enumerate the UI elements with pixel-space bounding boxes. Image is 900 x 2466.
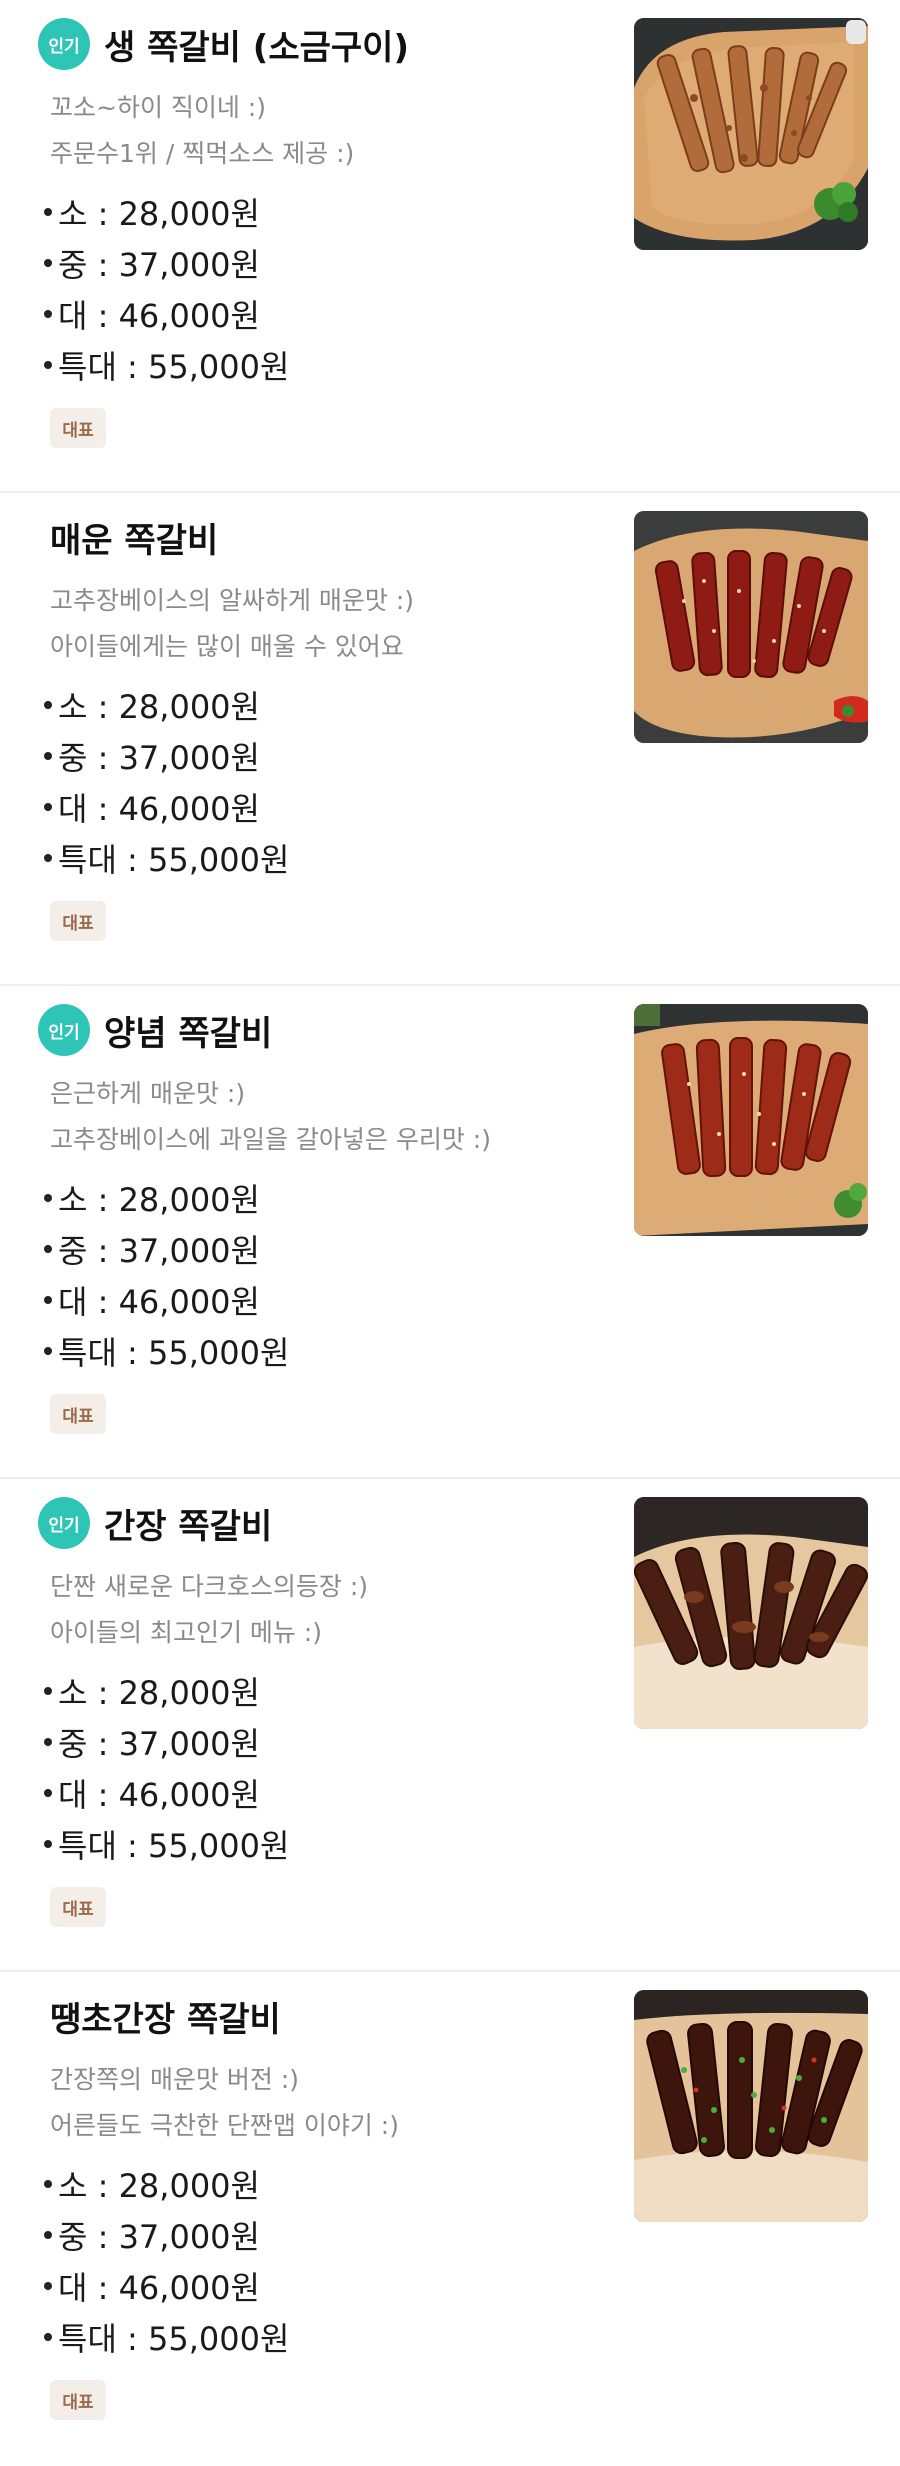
price-medium: 중 : 37,000원 bbox=[44, 1716, 289, 1767]
price-large: 대 : 46,000원 bbox=[44, 1767, 289, 1818]
bullet-icon bbox=[44, 1244, 52, 1253]
price-large: 대 : 46,000원 bbox=[44, 288, 289, 339]
menu-item-description: 아이들에게는 많이 매울 수 있어요 bbox=[50, 632, 404, 661]
bullet-icon bbox=[44, 853, 52, 862]
title-row: 인기 간장 쪽갈비 bbox=[38, 1497, 272, 1549]
salt-grilled-ribs-photo[interactable] bbox=[634, 18, 868, 250]
price-extra-large: 특대 : 55,000원 bbox=[44, 339, 289, 390]
menu-item-description: 꼬소~하이 직이네 :) bbox=[50, 93, 267, 122]
price-medium: 중 : 37,000원 bbox=[44, 2209, 289, 2260]
price-small: 소 : 28,000원 bbox=[44, 1172, 289, 1223]
price-small: 소 : 28,000원 bbox=[44, 1665, 289, 1716]
price-extra-large: 특대 : 55,000원 bbox=[44, 2311, 289, 2362]
price-medium: 중 : 37,000원 bbox=[44, 730, 289, 781]
title-row: 인기 생 쪽갈비 (소금구이) bbox=[38, 18, 409, 70]
representative-tag: 대표 bbox=[50, 408, 106, 448]
price-list: 소 : 28,000원 중 : 37,000원 대 : 46,000원 특대 :… bbox=[44, 186, 289, 390]
price-medium: 중 : 37,000원 bbox=[44, 237, 289, 288]
popular-badge: 인기 bbox=[38, 1004, 90, 1056]
soy-sauce-ribs-photo[interactable] bbox=[634, 1497, 868, 1729]
price-extra-large: 특대 : 55,000원 bbox=[44, 1325, 289, 1376]
price-extra-large: 특대 : 55,000원 bbox=[44, 1818, 289, 1869]
representative-tag: 대표 bbox=[50, 1394, 106, 1434]
price-list: 소 : 28,000원 중 : 37,000원 대 : 46,000원 특대 :… bbox=[44, 2158, 289, 2362]
title-row: 땡초간장 쪽갈비 bbox=[50, 1990, 281, 2042]
price-large: 대 : 46,000원 bbox=[44, 781, 289, 832]
price-list: 소 : 28,000원 중 : 37,000원 대 : 46,000원 특대 :… bbox=[44, 679, 289, 883]
representative-tag: 대표 bbox=[50, 2380, 106, 2420]
bullet-icon bbox=[44, 802, 52, 811]
price-medium: 중 : 37,000원 bbox=[44, 1223, 289, 1274]
menu-item-title: 생 쪽갈비 (소금구이) bbox=[104, 27, 409, 68]
menu-item-seasoned-ribs[interactable]: 인기 양념 쪽갈비 은근하게 매운맛 :) 고추장베이스에 과일을 갈아넣은 우… bbox=[0, 986, 900, 1479]
menu-item-chili-soy-ribs[interactable]: 땡초간장 쪽갈비 간장쪽의 매운맛 버전 :) 어른들도 극찬한 단짠맵 이야기… bbox=[0, 1972, 900, 2465]
bullet-icon bbox=[44, 1346, 52, 1355]
menu-item-description: 은근하게 매운맛 :) bbox=[50, 1079, 246, 1108]
menu-item-title: 양념 쪽갈비 bbox=[104, 1013, 273, 1054]
bullet-icon bbox=[44, 751, 52, 760]
representative-tag: 대표 bbox=[50, 901, 106, 941]
menu-item-description: 간장쪽의 매운맛 버전 :) bbox=[50, 2065, 300, 2094]
price-large: 대 : 46,000원 bbox=[44, 1274, 289, 1325]
menu-item-title: 땡초간장 쪽갈비 bbox=[50, 1999, 281, 2040]
menu-item-description: 단짠 새로운 다크호스의등장 :) bbox=[50, 1572, 369, 1601]
menu-item-soy-sauce-ribs[interactable]: 인기 간장 쪽갈비 단짠 새로운 다크호스의등장 :) 아이들의 최고인기 메뉴… bbox=[0, 1479, 900, 1972]
bullet-icon bbox=[44, 258, 52, 267]
popular-badge: 인기 bbox=[38, 18, 90, 70]
bullet-icon bbox=[44, 2332, 52, 2341]
menu-item-salt-grilled-ribs[interactable]: 인기 생 쪽갈비 (소금구이) 꼬소~하이 직이네 :) 주문수1위 / 찍먹소… bbox=[0, 0, 900, 493]
bullet-icon bbox=[44, 2281, 52, 2290]
bullet-icon bbox=[44, 1193, 52, 1202]
bullet-icon bbox=[44, 1839, 52, 1848]
bullet-icon bbox=[44, 309, 52, 318]
bullet-icon bbox=[44, 1737, 52, 1746]
price-extra-large: 특대 : 55,000원 bbox=[44, 832, 289, 883]
price-large: 대 : 46,000원 bbox=[44, 2260, 289, 2311]
price-small: 소 : 28,000원 bbox=[44, 679, 289, 730]
menu-item-description: 주문수1위 / 찍먹소스 제공 :) bbox=[50, 139, 355, 168]
menu-item-title: 매운 쪽갈비 bbox=[50, 520, 219, 561]
chili-soy-ribs-photo[interactable] bbox=[634, 1990, 868, 2222]
seasoned-ribs-photo[interactable] bbox=[634, 1004, 868, 1236]
title-row: 매운 쪽갈비 bbox=[50, 511, 218, 563]
menu-item-description: 고추장베이스의 알싸하게 매운맛 :) bbox=[50, 586, 415, 615]
bullet-icon bbox=[44, 360, 52, 369]
price-list: 소 : 28,000원 중 : 37,000원 대 : 46,000원 특대 :… bbox=[44, 1172, 289, 1376]
bullet-icon bbox=[44, 1686, 52, 1695]
representative-tag: 대표 bbox=[50, 1887, 106, 1927]
bullet-icon bbox=[44, 700, 52, 709]
bullet-icon bbox=[44, 2230, 52, 2239]
menu-item-description: 어른들도 극찬한 단짠맵 이야기 :) bbox=[50, 2111, 399, 2140]
title-row: 인기 양념 쪽갈비 bbox=[38, 1004, 272, 1056]
spicy-ribs-photo[interactable] bbox=[634, 511, 868, 743]
bullet-icon bbox=[44, 1788, 52, 1797]
menu-item-spicy-ribs[interactable]: 매운 쪽갈비 고추장베이스의 알싸하게 매운맛 :) 아이들에게는 많이 매울 … bbox=[0, 493, 900, 986]
menu-item-description: 고추장베이스에 과일을 갈아넣은 우리맛 :) bbox=[50, 1125, 491, 1154]
popular-badge: 인기 bbox=[38, 1497, 90, 1549]
price-small: 소 : 28,000원 bbox=[44, 186, 289, 237]
bullet-icon bbox=[44, 2179, 52, 2188]
price-small: 소 : 28,000원 bbox=[44, 2158, 289, 2209]
price-list: 소 : 28,000원 중 : 37,000원 대 : 46,000원 특대 :… bbox=[44, 1665, 289, 1869]
bullet-icon bbox=[44, 1295, 52, 1304]
menu-list: 인기 생 쪽갈비 (소금구이) 꼬소~하이 직이네 :) 주문수1위 / 찍먹소… bbox=[0, 0, 900, 2465]
menu-item-description: 아이들의 최고인기 메뉴 :) bbox=[50, 1618, 323, 1647]
menu-item-title: 간장 쪽갈비 bbox=[104, 1506, 273, 1547]
bullet-icon bbox=[44, 207, 52, 216]
